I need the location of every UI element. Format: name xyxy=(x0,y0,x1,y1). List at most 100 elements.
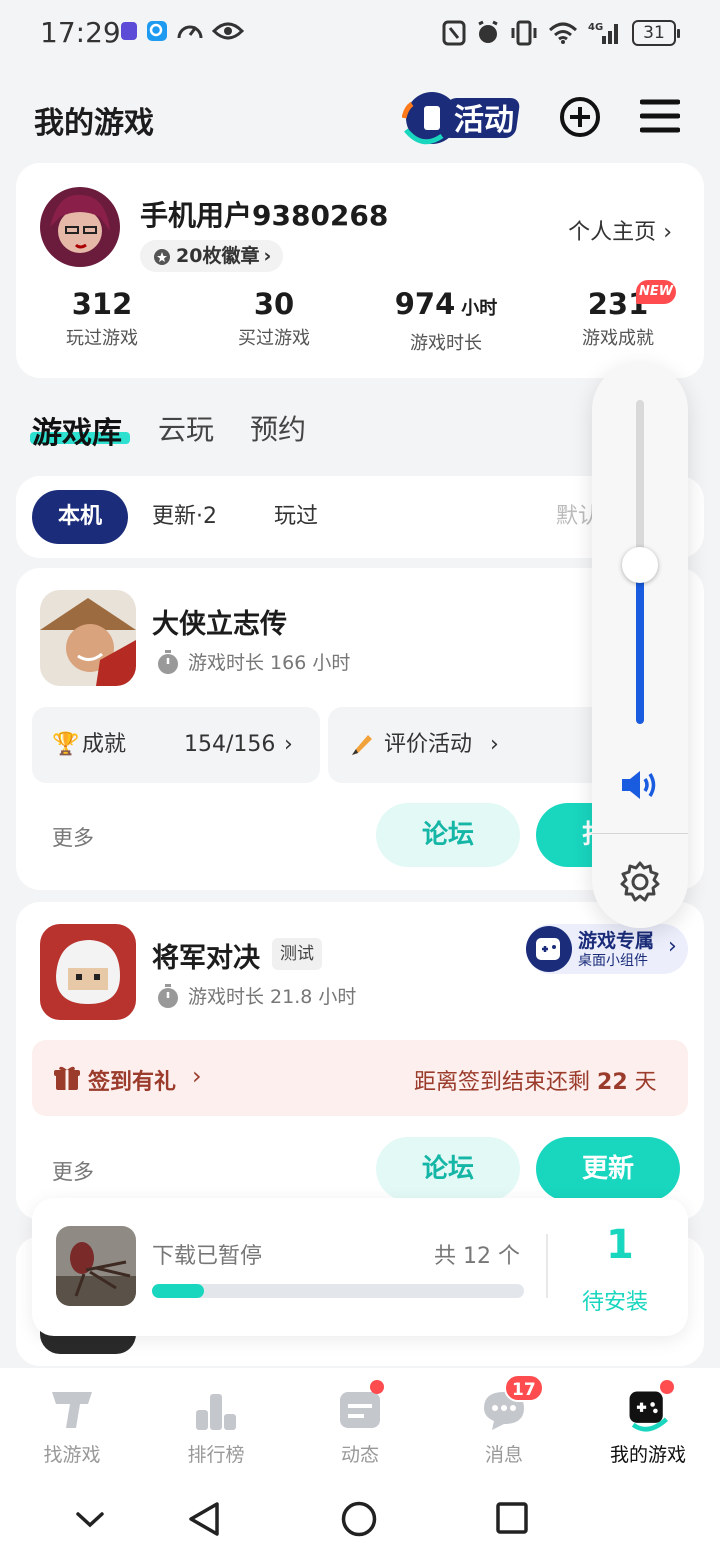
ranking-icon xyxy=(196,1394,236,1430)
more-link[interactable]: 更多 xyxy=(52,822,94,852)
stopwatch-icon xyxy=(158,649,178,674)
menu-icon[interactable] xyxy=(640,98,680,134)
activity-button[interactable]: 活动 xyxy=(402,88,526,146)
divider xyxy=(546,1234,548,1298)
tab-cloud-play[interactable]: 云玩 xyxy=(158,408,214,448)
download-progress-fill xyxy=(152,1284,205,1298)
download-manager-card[interactable]: 下载已暂停 共 12 个 1 待安装 xyxy=(32,1198,688,1336)
notification-icons xyxy=(120,20,244,42)
signal-icon: 4G xyxy=(588,22,618,44)
app-notification-icon xyxy=(121,22,137,40)
profile-home-label: 个人主页 xyxy=(568,220,657,245)
chevron-right-icon: › xyxy=(490,732,499,757)
forum-button[interactable]: 论坛 xyxy=(376,1137,520,1201)
eye-icon xyxy=(212,22,244,40)
review-activity-pill[interactable]: 评价活动 › xyxy=(328,707,608,783)
stat-label: 游戏成就 xyxy=(582,328,654,349)
achievements-label: 成就 xyxy=(82,732,127,757)
signin-remaining-text: 距离签到结束还剩 xyxy=(414,1070,591,1095)
volume-slider-knob[interactable] xyxy=(622,547,658,584)
stat-playtime[interactable]: 974 小时 游戏时长 xyxy=(366,286,526,355)
messages-count-badge: 17 xyxy=(504,1374,544,1402)
feed-notification-dot xyxy=(370,1380,384,1394)
download-status: 下载已暂停 xyxy=(152,1244,263,1269)
find-game-icon xyxy=(52,1392,92,1428)
stat-bought[interactable]: 30 买过游戏 xyxy=(194,286,354,350)
back-icon[interactable] xyxy=(186,1500,222,1538)
search-app-icon xyxy=(147,21,167,41)
signin-banner[interactable]: 签到有礼 › 距离签到结束还剩 22 天 xyxy=(32,1040,688,1116)
stopwatch-icon xyxy=(158,983,178,1008)
nav-feed[interactable]: 动态 xyxy=(300,1380,420,1467)
game-icon[interactable] xyxy=(40,590,136,686)
download-total: 共 12 个 xyxy=(434,1244,520,1269)
game-playtime: 游戏时长 21.8 小时 xyxy=(156,982,356,1009)
playtime-text: 游戏时长 21.8 小时 xyxy=(188,986,357,1008)
desktop-widget-button[interactable]: 游戏专属 桌面小组件 › xyxy=(526,924,688,974)
game-playtime: 游戏时长 166 小时 xyxy=(156,648,350,675)
speaker-icon[interactable] xyxy=(620,768,660,802)
username: 手机用户9380268 xyxy=(140,199,389,232)
nav-find-game[interactable]: 找游戏 xyxy=(12,1380,132,1467)
profile-home-link[interactable]: 个人主页 › xyxy=(568,214,672,246)
home-icon[interactable] xyxy=(340,1500,378,1538)
test-tag: 测试 xyxy=(272,938,322,970)
filter-local[interactable]: 本机 xyxy=(32,490,128,544)
badges-button[interactable]: 20枚徽章 › xyxy=(140,240,284,272)
wifi-icon xyxy=(548,22,578,44)
badges-label: 20枚徽章 xyxy=(176,245,260,267)
playtime-text: 游戏时长 166 小时 xyxy=(188,652,351,674)
settings-gear-icon[interactable] xyxy=(618,860,662,904)
pending-install-count: 1 xyxy=(606,1222,634,1268)
stat-value: 30 xyxy=(253,287,295,321)
svg-text:4G: 4G xyxy=(588,22,603,33)
system-status-icons: 4G 31 xyxy=(442,20,680,46)
achievements-pill[interactable]: 🏆 成就 154/156 › xyxy=(32,707,320,783)
signin-days: 22 xyxy=(597,1070,628,1095)
gamepad-icon xyxy=(526,926,572,972)
volume-slider-fill xyxy=(636,565,644,724)
review-label: 评价活动 xyxy=(384,732,473,757)
chevron-right-icon: › xyxy=(284,732,293,757)
widget-subtitle: 桌面小组件 xyxy=(578,953,648,969)
stat-label: 买过游戏 xyxy=(238,328,310,349)
trophy-icon: 🏆 xyxy=(52,732,80,757)
more-link[interactable]: 更多 xyxy=(52,1156,94,1186)
page-title: 我的游戏 xyxy=(34,106,154,141)
badge-medal-icon xyxy=(154,249,170,265)
pencil-icon xyxy=(352,735,372,755)
chevron-right-icon: › xyxy=(668,934,677,959)
nav-my-games[interactable]: 我的游戏 xyxy=(588,1380,708,1467)
game-title: 大侠立志传 xyxy=(152,609,287,640)
recents-icon[interactable] xyxy=(494,1500,530,1536)
tab-game-library[interactable]: 游戏库 xyxy=(32,408,122,452)
stat-label: 玩过游戏 xyxy=(66,328,138,349)
chevron-right-icon: › xyxy=(192,1062,202,1090)
chevron-down-icon[interactable] xyxy=(74,1508,106,1530)
volume-panel xyxy=(592,362,688,928)
add-game-icon[interactable] xyxy=(558,95,602,139)
pending-install-label: 待安装 xyxy=(582,1290,649,1315)
svg-text:活动: 活动 xyxy=(454,103,514,138)
avatar[interactable] xyxy=(40,187,120,267)
game-icon[interactable] xyxy=(40,924,136,1020)
status-time: 17:29 xyxy=(40,16,121,49)
signin-days-unit: 天 xyxy=(634,1070,657,1095)
battery-indicator: 31 xyxy=(632,20,680,46)
nav-ranking[interactable]: 排行榜 xyxy=(156,1380,276,1467)
nav-label: 我的游戏 xyxy=(609,1444,686,1466)
stat-label: 游戏时长 xyxy=(410,333,482,354)
stat-played[interactable]: 312 玩过游戏 xyxy=(22,286,182,350)
chevron-right-icon: › xyxy=(663,220,672,245)
status-bar: 17:29 4G 31 xyxy=(0,0,720,68)
tab-reservations[interactable]: 预约 xyxy=(250,408,306,448)
filter-played[interactable]: 玩过 xyxy=(274,490,318,544)
update-button[interactable]: 更新 xyxy=(536,1137,680,1201)
stat-value: 974 xyxy=(394,287,456,321)
download-game-icon xyxy=(56,1226,136,1306)
forum-button[interactable]: 论坛 xyxy=(376,803,520,867)
volume-slider-track[interactable] xyxy=(622,400,658,724)
signin-label: 签到有礼 xyxy=(88,1070,177,1095)
system-navigation-bar xyxy=(0,1478,720,1560)
filter-updates[interactable]: 更新·2 xyxy=(152,490,217,544)
